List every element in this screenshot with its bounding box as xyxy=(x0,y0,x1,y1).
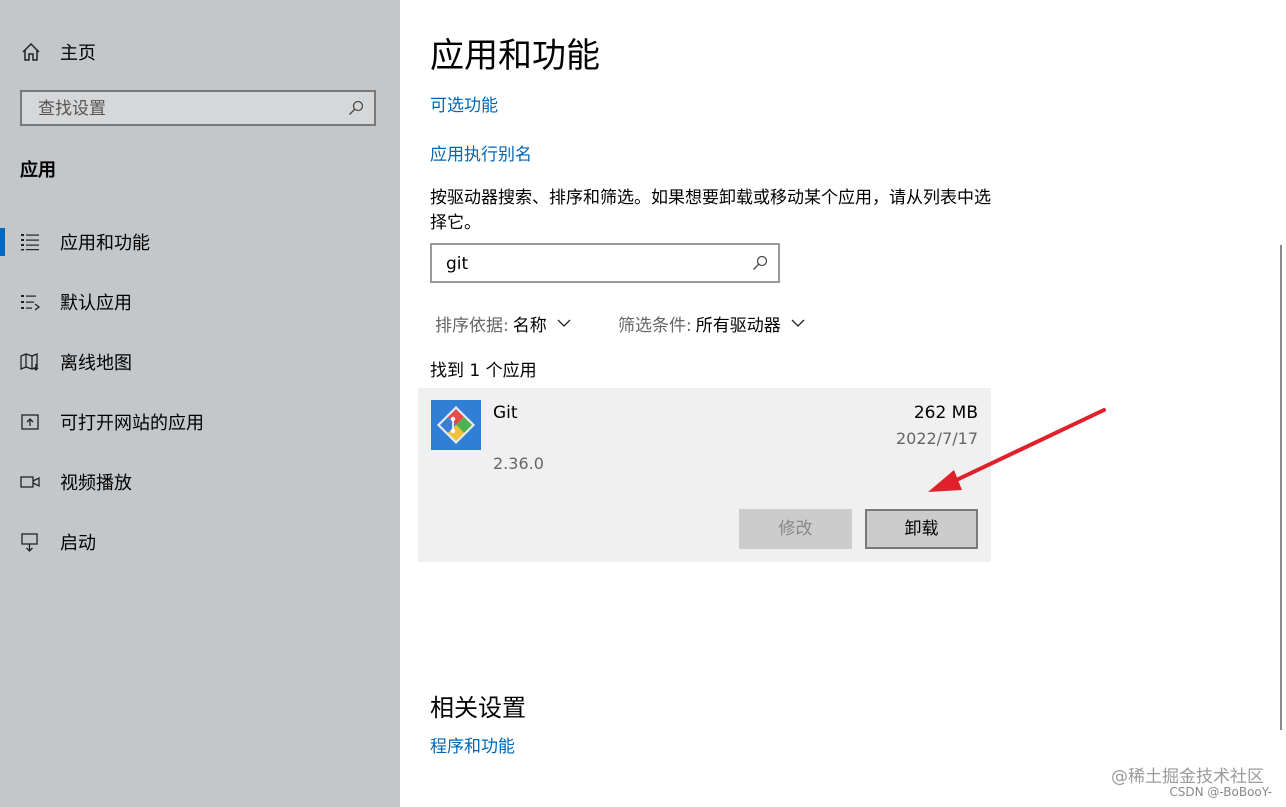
modify-button[interactable]: 修改 xyxy=(739,509,852,549)
home-nav-item[interactable]: 主页 xyxy=(20,38,96,66)
home-label: 主页 xyxy=(60,43,96,64)
description-text: 按驱动器搜索、排序和筛选。如果想要卸载或移动某个应用，请从列表中选择它。 xyxy=(430,188,991,233)
found-count-text: 找到 1 个应用 xyxy=(430,361,537,381)
page-title: 应用和功能 xyxy=(430,36,600,76)
search-icon[interactable] xyxy=(752,255,768,271)
sidebar-item-video-playback[interactable]: 视频播放 xyxy=(0,452,400,512)
sidebar-nav: 应用和功能 默认应用 离线地图 可打开网站的应用 视频播放 启动 xyxy=(0,212,400,572)
app-list-item[interactable]: Git 2.36.0 262 MB 2022/7/17 修改 卸载 xyxy=(418,388,991,562)
search-icon[interactable] xyxy=(348,100,364,116)
startup-icon xyxy=(21,533,38,552)
sort-label: 排序依据: xyxy=(435,315,509,336)
sidebar-item-label: 应用和功能 xyxy=(60,233,150,254)
filter-dropdown[interactable]: 筛选条件: 所有驱动器 xyxy=(618,311,805,336)
sidebar-item-label: 可打开网站的应用 xyxy=(60,413,204,434)
watermark-csdn: CSDN @-BoBooY- xyxy=(1169,785,1272,799)
app-search-input[interactable] xyxy=(444,245,738,283)
sidebar-section-title: 应用 xyxy=(20,160,56,181)
apps-for-websites-icon xyxy=(21,414,39,430)
app-version: 2.36.0 xyxy=(493,454,544,473)
watermark-juejin: @稀土掘金技术社区 xyxy=(1111,767,1264,787)
video-playback-icon xyxy=(20,476,40,488)
sort-value: 名称 xyxy=(512,315,547,336)
uninstall-button[interactable]: 卸载 xyxy=(865,509,978,549)
git-app-icon xyxy=(431,400,481,450)
sidebar-item-offline-maps[interactable]: 离线地图 xyxy=(0,332,400,392)
chevron-down-icon xyxy=(791,319,805,327)
settings-search-input[interactable] xyxy=(36,92,340,126)
filter-value: 所有驱动器 xyxy=(695,315,781,336)
sidebar-item-apps-for-websites[interactable]: 可打开网站的应用 xyxy=(0,392,400,452)
chevron-down-icon xyxy=(557,319,571,327)
sidebar-item-label: 视频播放 xyxy=(60,473,132,494)
sidebar: 主页 应用 应用和功能 默认应用 xyxy=(0,0,400,807)
sidebar-item-startup[interactable]: 启动 xyxy=(0,512,400,572)
sidebar-item-default-apps[interactable]: 默认应用 xyxy=(0,272,400,332)
app-name: Git xyxy=(493,403,518,423)
scrollbar[interactable] xyxy=(1280,245,1282,730)
sidebar-item-label: 默认应用 xyxy=(60,293,132,314)
sort-dropdown[interactable]: 排序依据: 名称 xyxy=(435,311,571,336)
filter-label: 筛选条件: xyxy=(618,315,692,336)
programs-and-features-link[interactable]: 程序和功能 xyxy=(430,732,515,757)
settings-search-box[interactable] xyxy=(20,90,376,126)
app-search-box[interactable] xyxy=(430,243,780,283)
sidebar-item-apps-features[interactable]: 应用和功能 xyxy=(0,212,400,272)
sidebar-item-label: 离线地图 xyxy=(60,353,132,374)
apps-features-icon xyxy=(21,234,39,251)
related-settings-title: 相关设置 xyxy=(430,694,526,722)
app-execution-alias-link[interactable]: 应用执行别名 xyxy=(430,140,532,165)
default-apps-icon xyxy=(21,295,40,311)
app-size: 262 MB xyxy=(913,403,978,423)
home-icon xyxy=(22,42,40,61)
optional-features-link[interactable]: 可选功能 xyxy=(430,91,498,116)
main-content: 应用和功能 可选功能 应用执行别名 按驱动器搜索、排序和筛选。如果想要卸载或移动… xyxy=(400,0,1286,807)
sidebar-item-label: 启动 xyxy=(60,533,96,554)
app-install-date: 2022/7/17 xyxy=(895,429,978,448)
offline-maps-icon xyxy=(20,353,39,371)
